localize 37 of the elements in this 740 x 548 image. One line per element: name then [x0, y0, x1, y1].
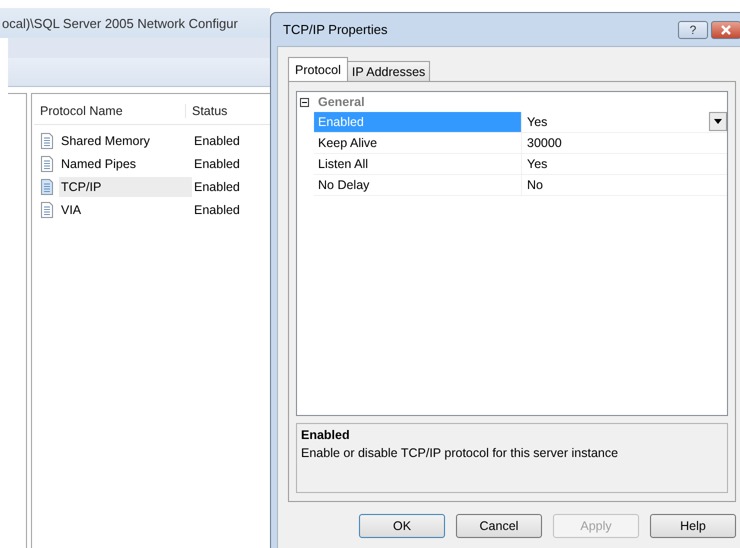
status-cell-text: Enabled	[193, 178, 241, 196]
property-value[interactable]: 30000	[522, 133, 727, 153]
description-title: Enabled	[301, 428, 351, 442]
protocol-name[interactable]: Shared Memory	[59, 130, 192, 150]
status-cell-text: Enabled	[193, 202, 241, 218]
protocol-name[interactable]: Named Pipes	[59, 154, 192, 174]
dialog-button[interactable]: Cancel	[456, 514, 542, 538]
column-header[interactable]: Protocol Name	[34, 104, 186, 118]
status-cell-text: Enabled	[193, 156, 241, 172]
status-cell-text: Enabled	[193, 132, 241, 150]
tab[interactable]: Protocol	[288, 57, 348, 81]
caret-icon	[714, 119, 722, 124]
tab[interactable]: IP Addresses	[346, 61, 430, 81]
protocol-name[interactable]: VIA	[59, 200, 192, 220]
window-title: ocal)\SQL Server 2005 Network Configur	[1, 16, 238, 30]
dropdown-button[interactable]	[709, 112, 727, 131]
property-name[interactable]: Keep Alive	[314, 133, 522, 153]
help-button[interactable]: ?	[678, 20, 708, 38]
collapse-icon[interactable]	[300, 98, 309, 106]
dialog-button[interactable]: Help	[650, 514, 736, 538]
column-header[interactable]: Status	[186, 104, 228, 118]
document-icon	[40, 132, 54, 148]
property-value[interactable]: Yes	[522, 154, 727, 174]
category-label: General	[318, 95, 365, 109]
close-button[interactable]	[711, 20, 740, 38]
dialog-button[interactable]: OK	[359, 514, 445, 538]
document-icon	[40, 178, 54, 194]
document-icon	[40, 202, 54, 218]
property-value[interactable]: No	[522, 175, 727, 195]
property-name[interactable]: No Delay	[314, 175, 522, 195]
property-value[interactable]: Yes	[522, 112, 709, 132]
property-name[interactable]: Listen All	[314, 154, 522, 174]
description-text: Enable or disable TCP/IP protocol for this server instance	[301, 446, 620, 460]
protocol-name[interactable]: TCP/IP	[59, 176, 192, 196]
close-icon	[720, 24, 732, 34]
document-icon	[40, 156, 54, 172]
dialog-title: TCP/IP Properties	[283, 22, 389, 37]
